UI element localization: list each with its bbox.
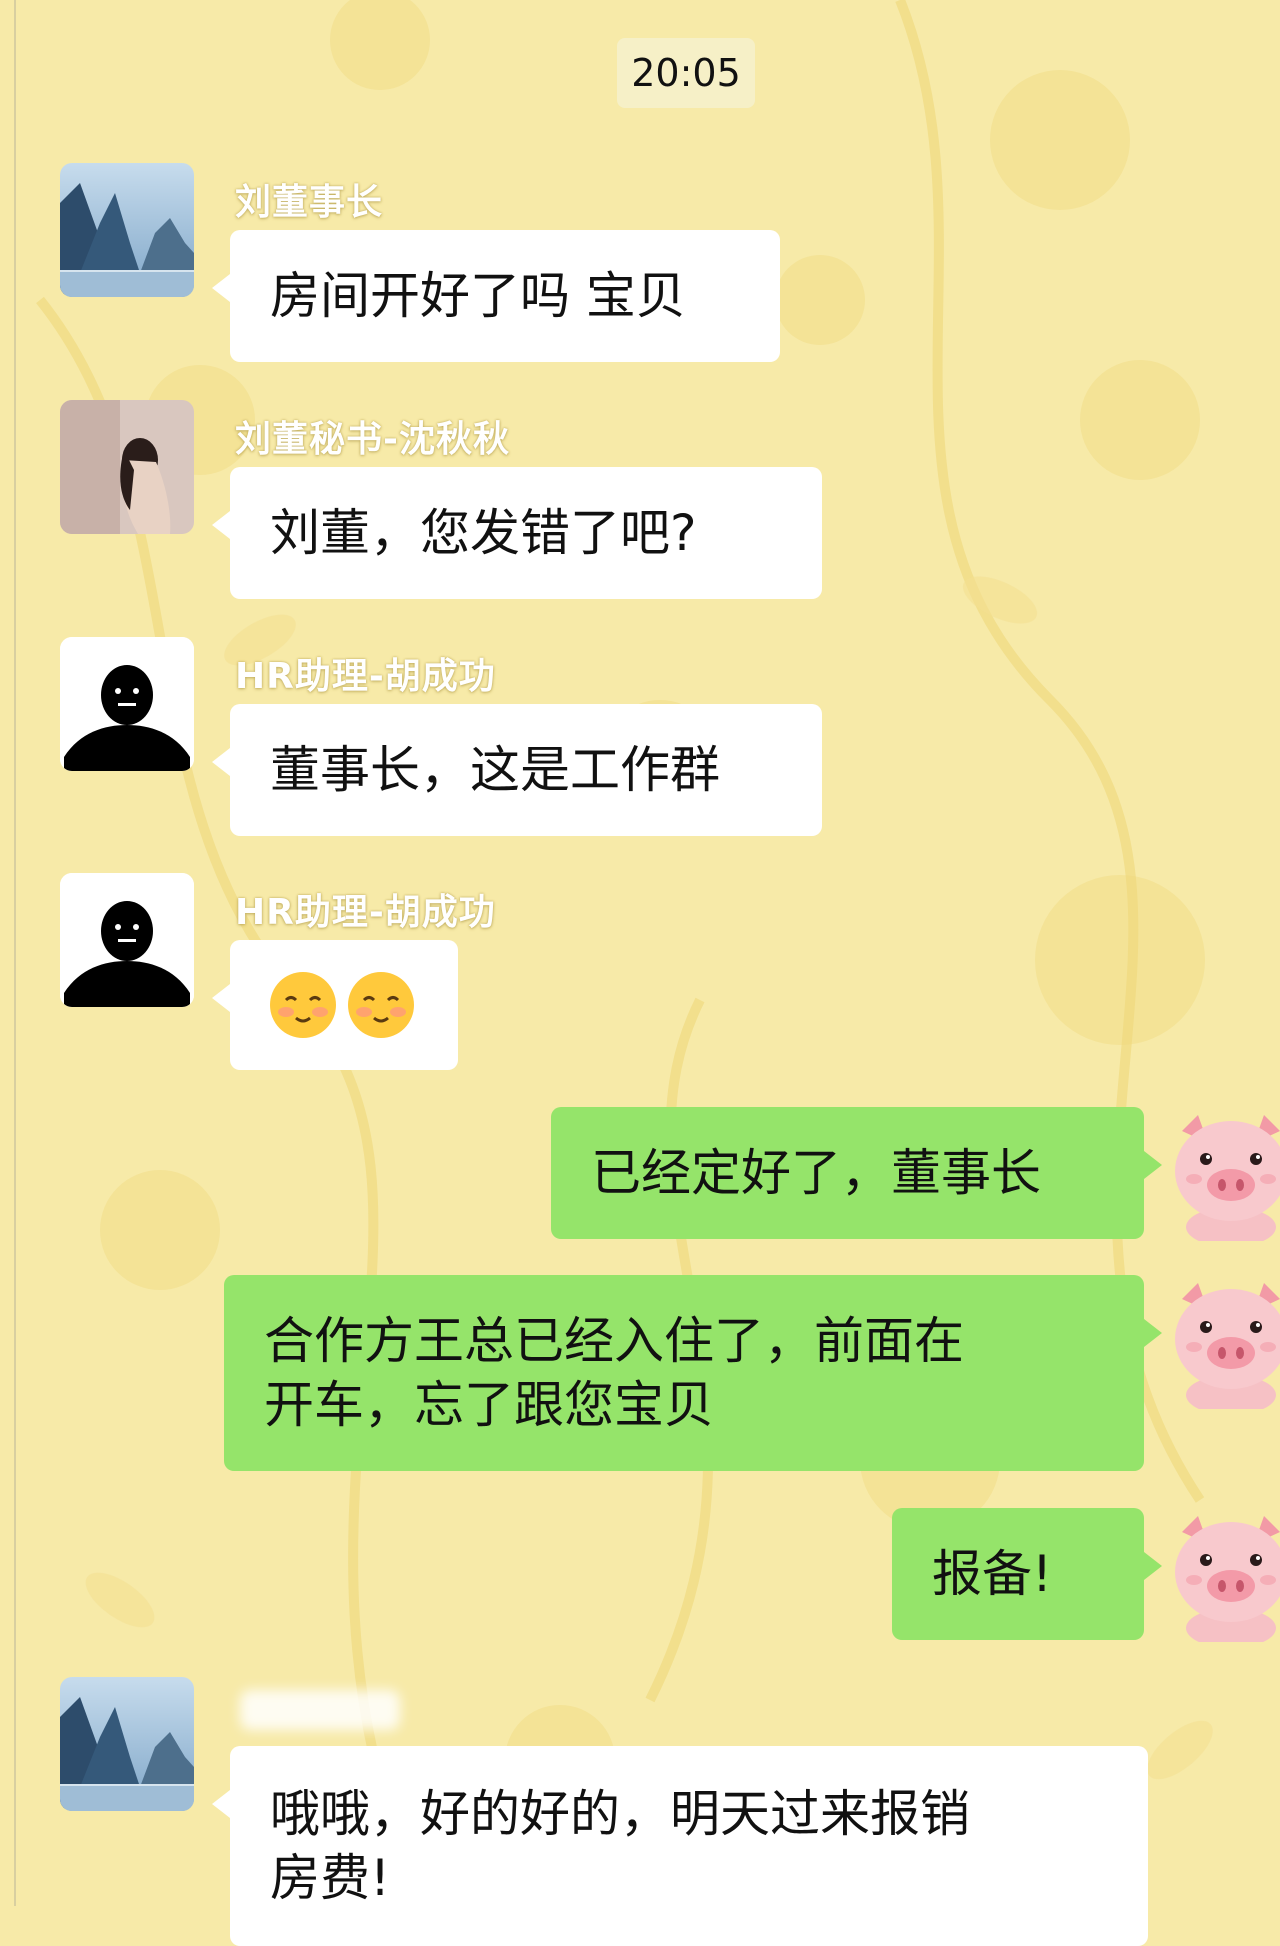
silhouette-avatar[interactable] xyxy=(60,873,194,1007)
blushing-smile-emoji xyxy=(346,970,416,1040)
message-bubble-outgoing[interactable]: 报备! xyxy=(892,1508,1162,1640)
message-text: 董事长，这是工作群 xyxy=(270,741,720,799)
woman-photo-avatar[interactable] xyxy=(60,400,194,534)
message-text: 刘董，您发错了吧? xyxy=(270,504,697,562)
message-bubble-incoming[interactable]: 房间开好了吗 宝贝 xyxy=(212,230,780,362)
message-timestamp: 20:05 xyxy=(617,38,755,108)
landscape-avatar[interactable] xyxy=(60,1677,194,1811)
screen-edge xyxy=(14,0,16,1906)
pig-avatar[interactable] xyxy=(1164,1107,1280,1241)
message-text: 已经定好了，董事长 xyxy=(591,1144,1041,1202)
sender-name: HR助理-胡成功 xyxy=(235,656,496,697)
message-bubble-incoming[interactable]: 董事长，这是工作群 xyxy=(212,704,822,836)
pig-avatar[interactable] xyxy=(1164,1508,1280,1642)
sender-name: HR助理-胡成功 xyxy=(235,892,496,933)
message-text: 哦哦，好的好的，明天过来报销 房费! xyxy=(270,1785,970,1907)
message-bubble-outgoing[interactable]: 已经定好了，董事长 xyxy=(551,1107,1162,1239)
silhouette-avatar[interactable] xyxy=(60,637,194,771)
pig-avatar[interactable] xyxy=(1164,1275,1280,1409)
message-text: 房间开好了吗 宝贝 xyxy=(270,267,686,325)
landscape-avatar[interactable] xyxy=(60,163,194,297)
sender-name: 刘董事长 xyxy=(235,182,384,223)
sender-name-blurred xyxy=(240,1690,400,1730)
message-bubble-incoming[interactable]: 刘董，您发错了吧? xyxy=(212,467,822,599)
message-text: 报备! xyxy=(932,1545,1053,1603)
message-bubble-outgoing[interactable]: 合作方王总已经入住了，前面在 开车，忘了跟您宝贝 xyxy=(224,1275,1162,1471)
message-bubble-incoming[interactable] xyxy=(212,940,458,1070)
message-text: 合作方王总已经入住了，前面在 开车，忘了跟您宝贝 xyxy=(264,1312,964,1434)
sender-name: 刘董秘书-沈秋秋 xyxy=(235,419,510,460)
blushing-smile-emoji xyxy=(268,970,338,1040)
message-bubble-incoming[interactable]: 哦哦，好的好的，明天过来报销 房费! xyxy=(212,1746,1148,1946)
